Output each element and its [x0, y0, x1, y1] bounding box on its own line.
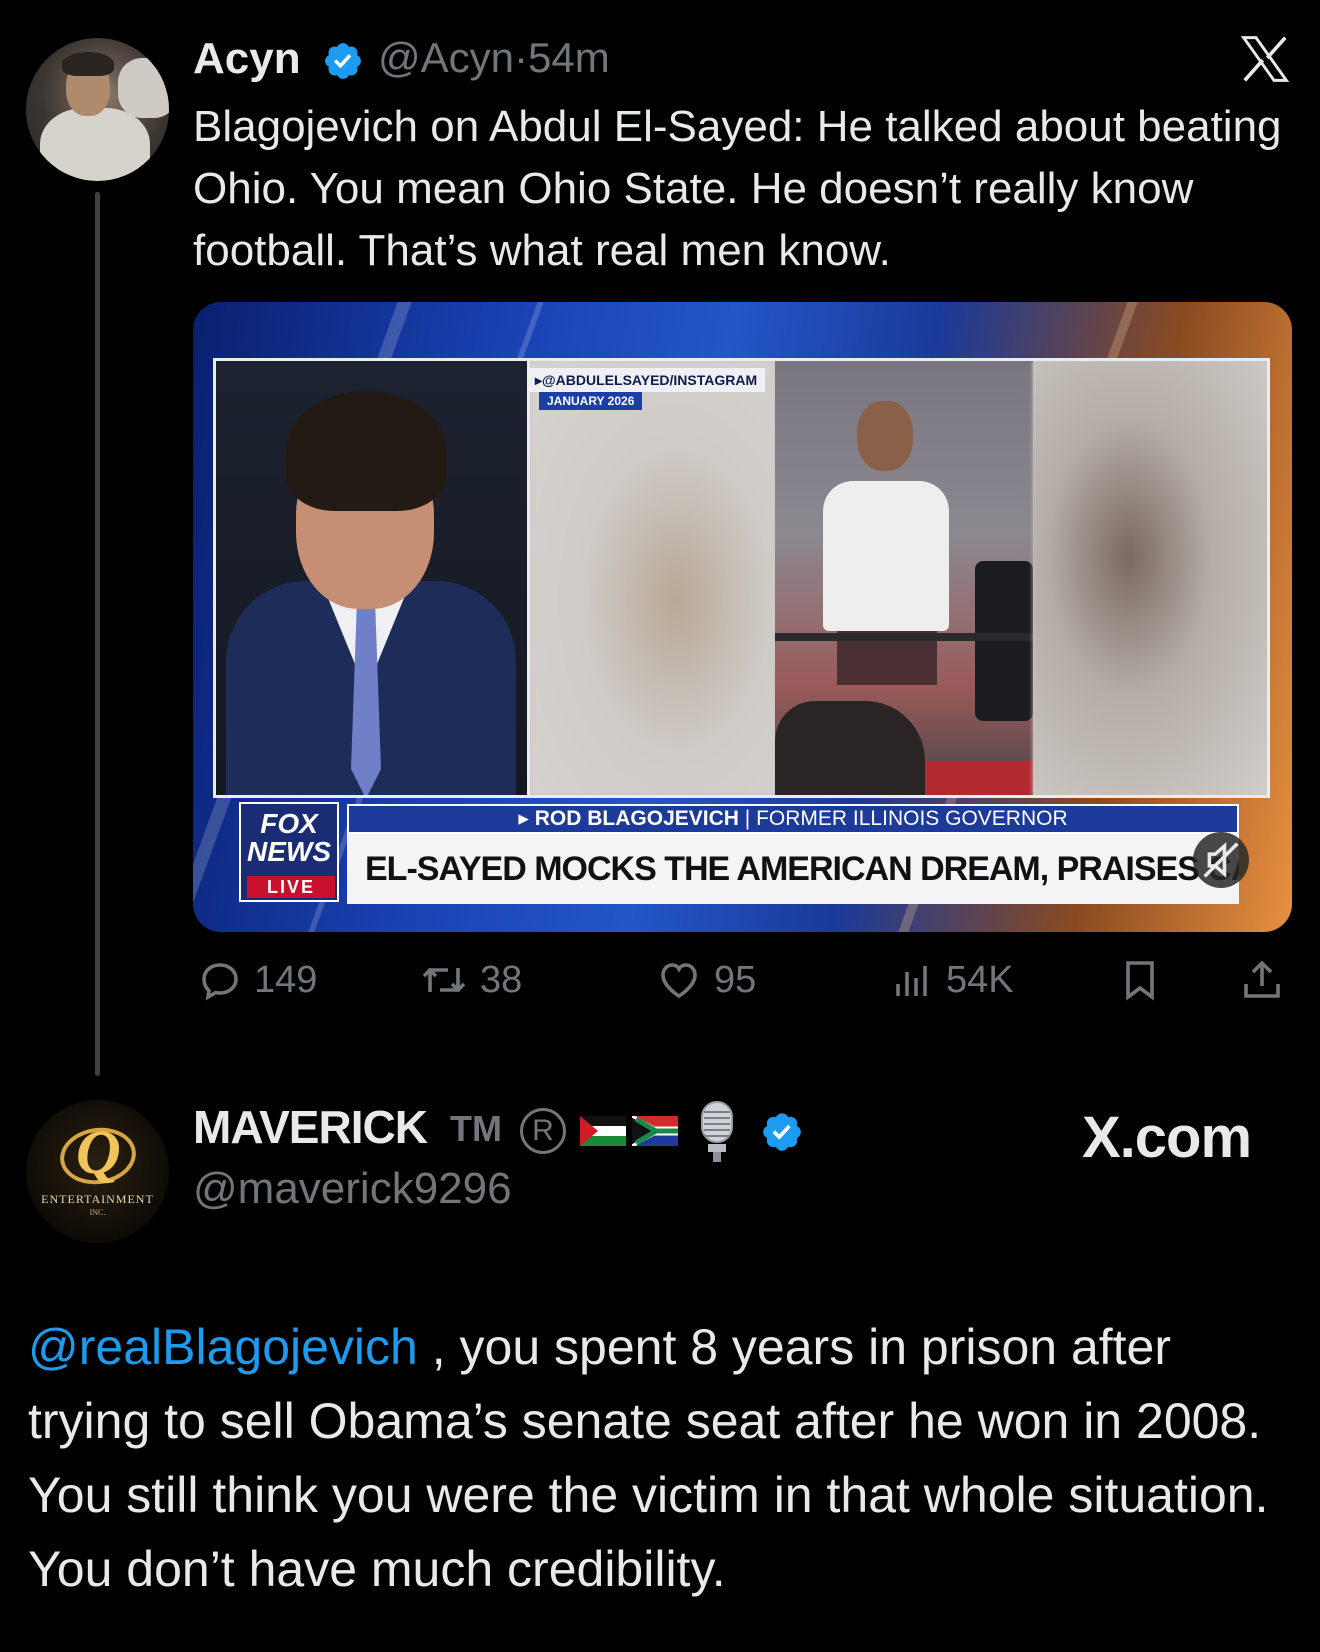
- reply-count: 149: [254, 958, 318, 1001]
- share-button[interactable]: [1238, 956, 1286, 1004]
- view-count: 54K: [946, 958, 1014, 1001]
- logo-line2: NEWS: [247, 836, 331, 867]
- avatar-brand-subtext: INC.: [89, 1208, 106, 1217]
- analytics-icon: [896, 966, 927, 996]
- chyron-title: FORMER ILLINOIS GOVERNOR: [756, 807, 1068, 830]
- post-meta: @Acyn·54m: [378, 34, 610, 82]
- acyn-avatar[interactable]: [26, 38, 169, 181]
- post-text: Blagojevich on Abdul El-Sayed: He talked…: [193, 102, 1282, 275]
- verified-badge-icon: [325, 43, 361, 79]
- instagram-clip-panel: [527, 358, 1270, 798]
- avatar-shirt: [40, 108, 150, 181]
- mute-button[interactable]: [1193, 832, 1249, 888]
- gym-video: [775, 361, 1033, 795]
- avatar-pillow: [118, 58, 169, 118]
- maverick-avatar[interactable]: Q ENTERTAINMENT INC.: [26, 1100, 169, 1243]
- reply-button[interactable]: 149: [196, 956, 317, 1004]
- live-label: LIVE: [247, 876, 335, 898]
- like-count: 95: [714, 958, 757, 1001]
- avatar-brand-letter: Q: [76, 1119, 121, 1187]
- x-logo-icon[interactable]: [1236, 32, 1294, 86]
- microphone-icon: [701, 1101, 733, 1162]
- chyron-name: ROD BLAGOJEVICH: [534, 807, 739, 830]
- gym-person-head: [857, 401, 913, 471]
- heart-icon: [661, 963, 697, 999]
- reply-text: @realBlagojevich , you spent 8 years in …: [28, 1310, 1298, 1606]
- share-icon: [1244, 960, 1280, 998]
- source-tag: ▸@ABDULELSAYED/INSTAGRAM: [527, 368, 766, 392]
- repost-button[interactable]: 38: [418, 956, 522, 1004]
- like-button[interactable]: 95: [654, 956, 756, 1004]
- anchor-hair: [286, 391, 446, 511]
- post-handle[interactable]: @Acyn: [378, 34, 514, 81]
- palestine-flag-icon: [580, 1116, 626, 1146]
- chyron-divider: |: [744, 807, 751, 830]
- blurred-fill-right: [1033, 361, 1267, 795]
- news-lower-third: FOX NEWS LIVE ▸ ROD BLAGOJEVICH | FORMER…: [239, 800, 1269, 904]
- south-africa-flag-icon: [632, 1116, 678, 1146]
- repost-count: 38: [480, 958, 523, 1001]
- post-video[interactable]: ▸@ABDULELSAYED/INSTAGRAM JANUARY 2026 FO…: [193, 302, 1292, 932]
- bench-person: [775, 701, 925, 795]
- registered-symbol: R: [520, 1108, 566, 1154]
- anchor-panel: [213, 358, 527, 798]
- barbell: [775, 633, 1033, 641]
- source-date: JANUARY 2026: [539, 392, 643, 410]
- meta-separator: ·: [514, 34, 529, 81]
- xcom-watermark: X.com: [1082, 1105, 1252, 1170]
- trademark-symbol: TM: [450, 1108, 502, 1149]
- chyron-headline: EL-SAYED MOCKS THE AMERICAN DREAM, PRAIS…: [347, 834, 1239, 904]
- fox-news-logo: FOX NEWS LIVE: [239, 802, 339, 902]
- blurred-fill-left: [530, 361, 775, 795]
- gym-person-shirt: [823, 481, 949, 631]
- avatar-hair: [62, 52, 114, 76]
- repost-icon: [422, 967, 466, 993]
- avatar-brand-text: ENTERTAINMENT: [41, 1192, 154, 1206]
- source-tag-text: @ABDULELSAYED/INSTAGRAM: [542, 372, 758, 388]
- post-time[interactable]: 54m: [528, 34, 610, 81]
- views-button[interactable]: 54K: [888, 956, 1014, 1004]
- verified-badge-icon: [763, 1113, 801, 1151]
- mention-link[interactable]: @realBlagojevich: [28, 1319, 418, 1375]
- thread-connector-line: [95, 192, 100, 1076]
- reply-handle[interactable]: @maverick9296: [193, 1164, 512, 1214]
- speaker-muted-icon: [1203, 842, 1239, 878]
- post-author-name[interactable]: Acyn: [193, 34, 301, 84]
- weight-plates: [975, 561, 1033, 721]
- reply-author-name[interactable]: MAVERICK: [193, 1100, 428, 1154]
- bookmark-button[interactable]: [1116, 956, 1164, 1004]
- chyron-name-bar: ▸ ROD BLAGOJEVICH | FORMER ILLINOIS GOVE…: [347, 804, 1239, 834]
- bookmark-icon: [1126, 961, 1154, 1001]
- reply-icon: [202, 963, 238, 1001]
- logo-line1: FOX: [260, 808, 318, 839]
